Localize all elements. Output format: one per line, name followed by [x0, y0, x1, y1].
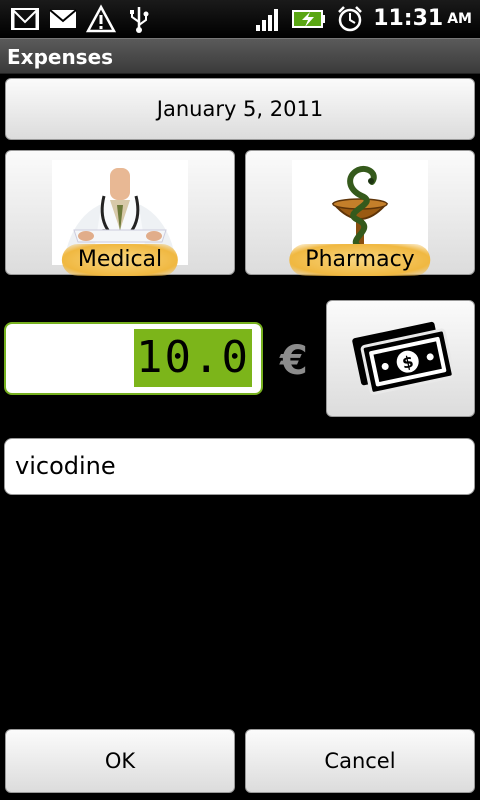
- category-medical-button[interactable]: Medical: [5, 150, 235, 340]
- category-pharmacy-button[interactable]: Pharmacy: [245, 150, 475, 276]
- note-value: vicodine: [15, 452, 116, 480]
- usb-icon: [124, 4, 154, 34]
- app-title-bar: Expenses: [0, 38, 480, 74]
- currency-symbol: €: [280, 338, 308, 384]
- cash-icon: $: [352, 321, 455, 395]
- amount-value: 10.0: [134, 329, 252, 387]
- payment-method-button[interactable]: $: [326, 300, 475, 417]
- category-medical-label: Medical: [61, 244, 179, 276]
- clock-ampm: AM: [447, 11, 472, 27]
- date-button[interactable]: January 5, 2011: [5, 78, 475, 140]
- status-bar: 11:31 AM: [0, 0, 480, 38]
- cancel-label: Cancel: [324, 749, 396, 773]
- app-title: Expenses: [7, 45, 114, 69]
- cancel-button[interactable]: Cancel: [245, 729, 475, 793]
- battery-charging-icon: [291, 4, 327, 34]
- mail-icon: [48, 4, 78, 34]
- signal-icon: [253, 4, 283, 34]
- ok-button[interactable]: OK: [5, 729, 235, 793]
- warning-icon: [85, 4, 117, 34]
- date-label: January 5, 2011: [156, 97, 324, 121]
- amount-input[interactable]: 10.0: [4, 322, 263, 395]
- ok-label: OK: [104, 749, 136, 773]
- category-pharmacy-label: Pharmacy: [289, 244, 431, 276]
- notification-icons: [10, 4, 154, 34]
- note-input[interactable]: vicodine: [4, 438, 475, 495]
- system-icons: 11:31 AM: [253, 4, 472, 34]
- clock: 11:31 AM: [373, 4, 472, 34]
- gmail-icon: [10, 4, 40, 34]
- clock-time: 11:31: [373, 6, 444, 31]
- alarm-icon: [335, 4, 365, 34]
